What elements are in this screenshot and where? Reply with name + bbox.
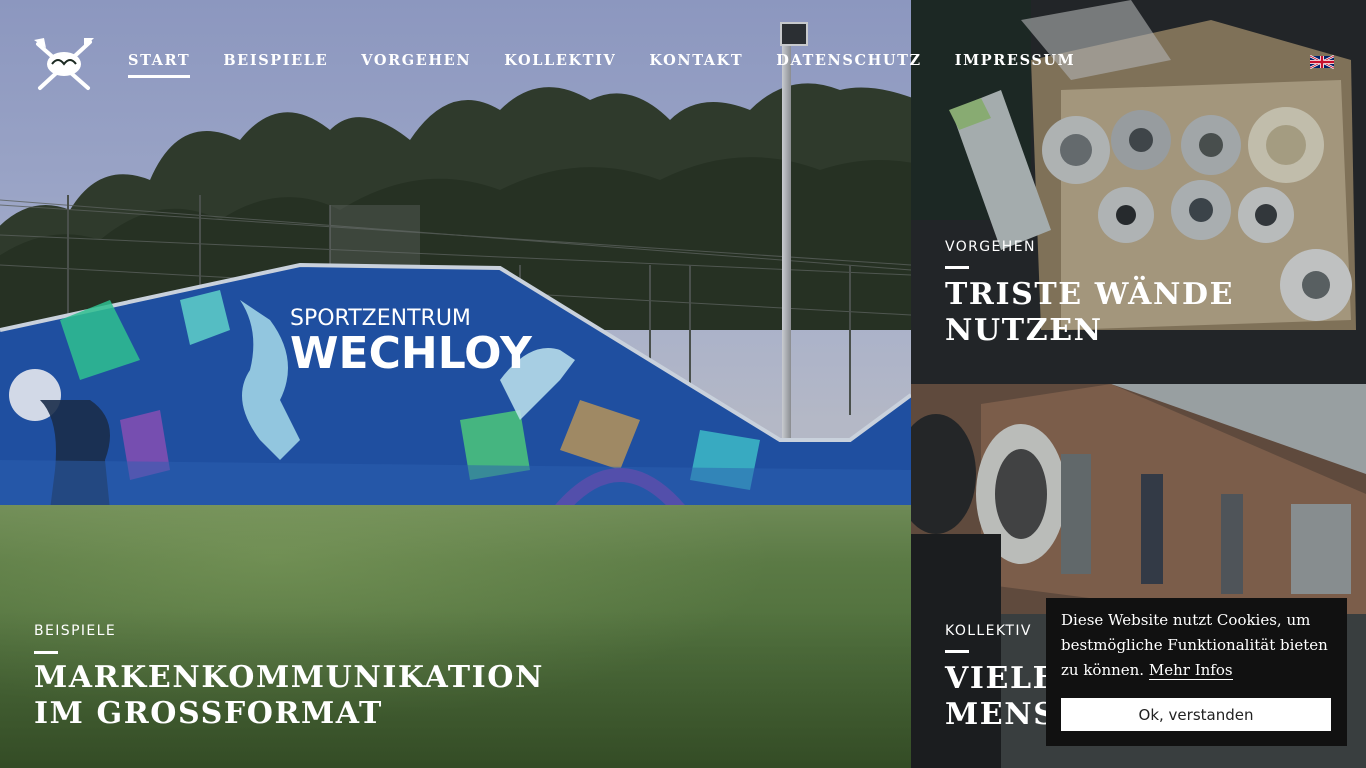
nav-item-kollektiv[interactable]: KOLLEKTIV — [504, 52, 616, 75]
hero-title[interactable]: MARKENKOMMUNIKATION IM GROSSFORMAT — [34, 660, 544, 732]
mural-text-wechloy: WECHLOY — [290, 328, 533, 379]
uk-flag-icon[interactable] — [1310, 55, 1334, 69]
hero-title-line2: IM GROSSFORMAT — [34, 696, 383, 731]
tile-kollektiv-rule — [945, 650, 969, 653]
tile-kollektiv-title-line2: MENS — [945, 697, 1057, 732]
tile-vorgehen-title-line1: TRISTE WÄNDE — [945, 277, 1235, 312]
cookie-more-info-link[interactable]: Mehr Infos — [1148, 661, 1233, 680]
hero-teaser-beispiele[interactable]: SPORTZENTRUM WECHLOY — [0, 0, 911, 768]
hero-kicker: BEISPIELE — [34, 623, 117, 639]
nav-item-datenschutz[interactable]: DATENSCHUTZ — [776, 52, 921, 75]
nav-item-beispiele[interactable]: BEISPIELE — [223, 52, 328, 75]
tile-kollektiv-title: VIELF MENS — [945, 661, 1057, 733]
tile-kollektiv-title-line1: VIELF — [945, 661, 1056, 696]
main-nav: START BEISPIELE VORGEHEN KOLLEKTIV KONTA… — [128, 52, 1075, 82]
tile-kollektiv-kicker: KOLLEKTIV — [945, 623, 1032, 639]
page: SPORTZENTRUM WECHLOY BEISPIELE MARKENKOM… — [0, 0, 1366, 768]
hero-rule — [34, 651, 58, 654]
tile-vorgehen-kicker: VORGEHEN — [945, 239, 1036, 255]
crossed-brushes-logo-icon[interactable] — [32, 36, 96, 94]
cookie-accept-button[interactable]: Ok, verstanden — [1061, 698, 1331, 731]
tile-vorgehen-title-line2: NUTZEN — [945, 313, 1103, 348]
tile-vorgehen-rule — [945, 266, 969, 269]
cookie-banner: Diese Website nutzt Cookies, um bestmögl… — [1046, 598, 1347, 746]
cookie-message: Diese Website nutzt Cookies, um bestmögl… — [1061, 608, 1332, 683]
tile-vorgehen-title: TRISTE WÄNDE NUTZEN — [945, 277, 1234, 349]
hero-title-line1: MARKENKOMMUNIKATION — [34, 660, 545, 695]
nav-item-kontakt[interactable]: KONTAKT — [649, 52, 743, 75]
nav-item-start[interactable]: START — [128, 52, 191, 78]
nav-item-vorgehen[interactable]: VORGEHEN — [361, 52, 471, 75]
nav-item-impressum[interactable]: IMPRESSUM — [955, 52, 1076, 75]
